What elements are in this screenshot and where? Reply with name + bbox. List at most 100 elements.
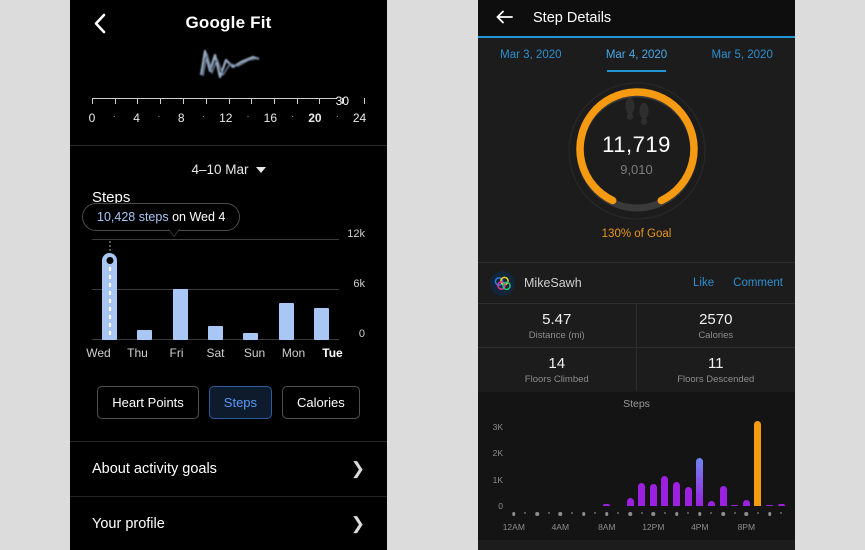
- hourly-bar[interactable]: [766, 504, 774, 506]
- date-tabs: Mar 3, 2020 Mar 4, 2020 Mar 5, 2020: [478, 38, 795, 72]
- metric-chip-group: Heart Points Steps Calories: [70, 386, 387, 419]
- goal-percent-label: 130% of Goal: [601, 228, 672, 240]
- axis-tick: [710, 512, 713, 514]
- hourly-steps-chart[interactable]: Steps 0 1K 2K 3K 12AM 4AM 8AM 12PM 4PM 8PM: [478, 392, 795, 540]
- hourly-bar[interactable]: [777, 504, 785, 506]
- stat-label: Calories: [698, 329, 734, 341]
- ruler-tick-label: ·: [246, 111, 250, 122]
- step-count-value: 11,719: [602, 132, 671, 157]
- hourly-bar[interactable]: [603, 503, 611, 506]
- hourly-y-label: 0: [498, 501, 503, 511]
- step-progress-ring: 11,719 9,010: [566, 80, 708, 222]
- hourly-bar[interactable]: [626, 497, 634, 506]
- weekly-steps-chart[interactable]: 0 6k 12k: [92, 228, 365, 340]
- stats-grid: 5.47 Distance (mi) 2570 Calories 14 Floors Cl…: [478, 303, 795, 391]
- stat-label: Distance (mi): [528, 329, 585, 341]
- ruler-tick-label: ·: [201, 111, 206, 122]
- date-tab[interactable]: Mar 5, 2020: [689, 38, 795, 72]
- tooltip-value: 10,428 steps: [97, 210, 169, 224]
- chevron-left-icon[interactable]: [86, 10, 112, 36]
- list-item-label: Your profile: [92, 516, 165, 532]
- axis-tick: [512, 512, 516, 516]
- hourly-bar[interactable]: [684, 486, 692, 506]
- axis-tick: [547, 512, 550, 514]
- stat-cell: 5.47 Distance (mi): [478, 303, 637, 347]
- stat-label: Floors Descended: [677, 373, 755, 385]
- axis-tick: [744, 512, 749, 516]
- hourly-bar[interactable]: [742, 500, 750, 506]
- stat-value: 5.47: [542, 310, 572, 328]
- tooltip-tail-icon: [168, 228, 180, 236]
- hourly-bar[interactable]: [661, 475, 669, 506]
- selected-bar-marker: [104, 255, 116, 267]
- ruler-tick-label: 20: [308, 111, 322, 125]
- weekly-bar-thu[interactable]: [137, 330, 153, 340]
- axis-tick: [651, 512, 656, 516]
- hourly-bar[interactable]: [649, 484, 657, 506]
- ruler-tick-label: ·: [335, 111, 339, 122]
- hourly-bar[interactable]: [719, 486, 727, 506]
- arrow-left-icon[interactable]: [496, 10, 513, 27]
- rings-avatar-icon[interactable]: [490, 270, 515, 296]
- stat-cell: 11 Floors Descended: [636, 347, 795, 391]
- list-item[interactable]: Your profile ❯: [70, 496, 387, 550]
- step-goal-value: 9,010: [620, 162, 653, 177]
- ruler-tick-label: 24: [352, 111, 367, 125]
- weekly-bar-sun[interactable]: [243, 332, 259, 340]
- hourly-y-label: 3K: [492, 421, 503, 432]
- axis-tick: [570, 512, 573, 514]
- axis-tick: [558, 512, 563, 516]
- axis-tick: [605, 512, 609, 516]
- ruler-tick-label: 4: [133, 111, 140, 125]
- weekly-steps-xaxis: Wed Thu Fri Sat Sun Mon Tue: [86, 346, 365, 364]
- axis-tick: [663, 512, 666, 514]
- axis-tick: [581, 512, 586, 516]
- weekly-xlabel: Fri: [169, 346, 184, 360]
- tooltip-suffix: on Wed 4: [168, 210, 226, 224]
- weekly-bar-sat[interactable]: [208, 325, 223, 340]
- chevron-right-icon: ❯: [350, 459, 365, 478]
- hourly-bar[interactable]: [731, 504, 739, 506]
- hourly-x-label: 12PM: [642, 522, 665, 532]
- date-tab[interactable]: Mar 3, 2020: [478, 38, 584, 72]
- like-button[interactable]: Like: [693, 277, 714, 289]
- hourly-bar[interactable]: [638, 482, 646, 506]
- list-item[interactable]: About activity goals ❯: [70, 441, 387, 496]
- footprints-icon: [624, 97, 649, 125]
- weekly-xlabel: Wed: [86, 346, 111, 360]
- axis-tick: [524, 512, 527, 514]
- hourly-y-label: 1K: [492, 474, 503, 485]
- comment-button[interactable]: Comment: [733, 277, 783, 289]
- y-axis-label: 12k: [347, 228, 365, 240]
- weekly-bar-wed[interactable]: [102, 241, 118, 340]
- chip-heart-points[interactable]: Heart Points: [97, 386, 199, 419]
- stat-value: 14: [548, 354, 566, 372]
- weekly-bar-mon[interactable]: [278, 303, 294, 340]
- date-range-selector[interactable]: 4–10 Mar: [70, 146, 387, 181]
- google-fit-header: Google Fit: [70, 0, 387, 46]
- axis-tick: [733, 512, 736, 514]
- chip-calories[interactable]: Calories: [282, 386, 360, 419]
- hourly-x-label: 8PM: [737, 522, 756, 532]
- chip-steps[interactable]: Steps: [208, 386, 273, 419]
- page-title: Google Fit: [185, 13, 272, 32]
- weekly-bar-tue[interactable]: [313, 307, 329, 340]
- caret-down-icon: [255, 166, 266, 173]
- hourly-x-label: 4PM: [691, 522, 709, 532]
- tooltip-connector: [109, 241, 111, 254]
- date-range-label: 4–10 Mar: [191, 162, 249, 177]
- hourly-bar[interactable]: [754, 421, 762, 506]
- hourly-bar[interactable]: [707, 500, 715, 506]
- weekly-bar-fri[interactable]: [172, 289, 188, 340]
- hourly-bar[interactable]: [696, 458, 704, 506]
- activity-ruler: 30 0 · 4 · 8 · 12 · 16 · 20 · 24: [70, 88, 387, 131]
- hourly-bar[interactable]: [673, 482, 681, 506]
- list-item-label: About activity goals: [92, 461, 217, 477]
- axis-tick: [594, 512, 597, 514]
- weekly-xlabel: Mon: [281, 346, 306, 360]
- date-tab[interactable]: Mar 4, 2020: [584, 38, 690, 72]
- axis-tick: [617, 512, 620, 514]
- hourly-x-label: 4AM: [551, 522, 570, 532]
- step-details-header: Step Details: [478, 0, 795, 38]
- stat-label: Floors Climbed: [524, 373, 589, 385]
